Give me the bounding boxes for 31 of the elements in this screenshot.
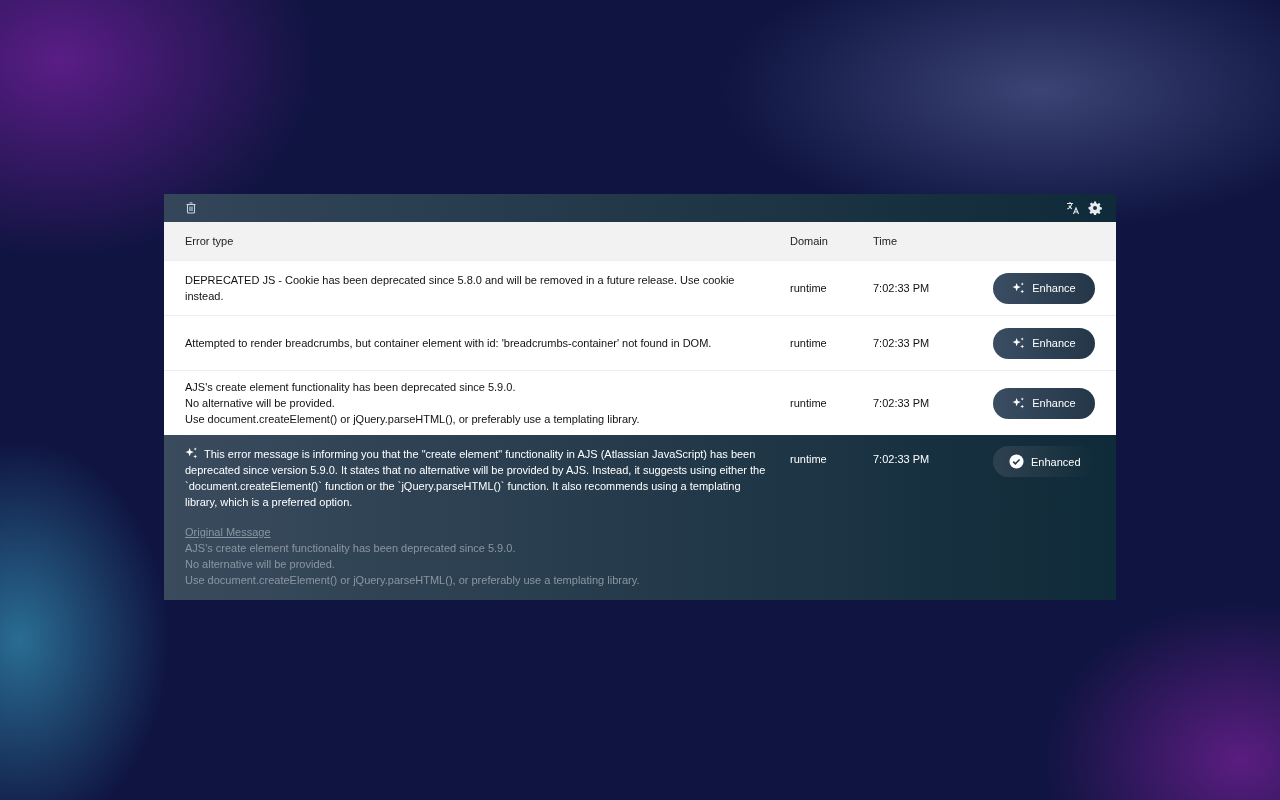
sparkle-icon <box>1012 336 1026 350</box>
sparkle-icon <box>185 447 198 460</box>
original-message-line: Use document.createElement() or jQuery.parseHTML(), or preferably use a templating library. <box>185 573 641 588</box>
error-message: Attempted to render breadcrumbs, but container element with id: 'breadcrumbs-container' not found in DOM. <box>185 336 713 351</box>
column-header: Domain <box>790 235 829 247</box>
original-message-line: AJS's create element functionality has been deprecated since 5.9.0. <box>185 541 517 556</box>
column-header: Time <box>873 235 899 247</box>
translate-icon[interactable] <box>1066 201 1080 215</box>
error-message: Use document.createElement() or jQuery.parseHTML(), or preferably use a templating library. <box>185 412 641 427</box>
time-cell-text: 7:02:33 PM <box>873 282 931 294</box>
sparkle-icon <box>1012 281 1026 295</box>
domain-cell-text: runtime <box>790 452 828 465</box>
trash-icon[interactable] <box>185 202 197 214</box>
column-header: Error type <box>185 235 235 247</box>
time-cell-text: 7:02:33 PM <box>873 397 931 409</box>
error-message: DEPRECATED JS - Cookie has been deprecated since 5.8.0 and will be removed in a future release. Use cookie instead. <box>185 273 736 304</box>
error-message: AJS's create element functionality has been deprecated since 5.9.0. <box>185 380 517 395</box>
enhance-button[interactable]: Enhance <box>993 387 1095 419</box>
domain-cell-text: runtime <box>790 337 828 349</box>
sparkle-icon <box>1012 396 1026 410</box>
error-message: No alternative will be provided. <box>185 396 336 411</box>
domain-cell-text: runtime <box>790 397 828 409</box>
original-message-line: No alternative will be provided. <box>185 557 336 572</box>
enhance-button[interactable]: Enhance <box>993 272 1095 304</box>
check-circle-icon <box>1009 454 1024 469</box>
ai-explanation: This error message is informing you that the "create element" functionality in AJS (Atlassian JavaScript) has been deprecated since version 5.9.0. It states that no alternative will be provided by AJS. Instead, it suggests using either the `document.createElement()` function or the `jQuery.parseHTML()` function. It also recommends using a templating library, which is a preferred option. <box>185 446 767 510</box>
time-cell-text: 7:02:33 PM <box>873 452 931 465</box>
settings-icon[interactable] <box>1088 201 1102 215</box>
enhance-button[interactable]: Enhance <box>993 327 1095 359</box>
time-cell-text: 7:02:33 PM <box>873 337 931 349</box>
domain-cell-text: runtime <box>790 282 828 294</box>
